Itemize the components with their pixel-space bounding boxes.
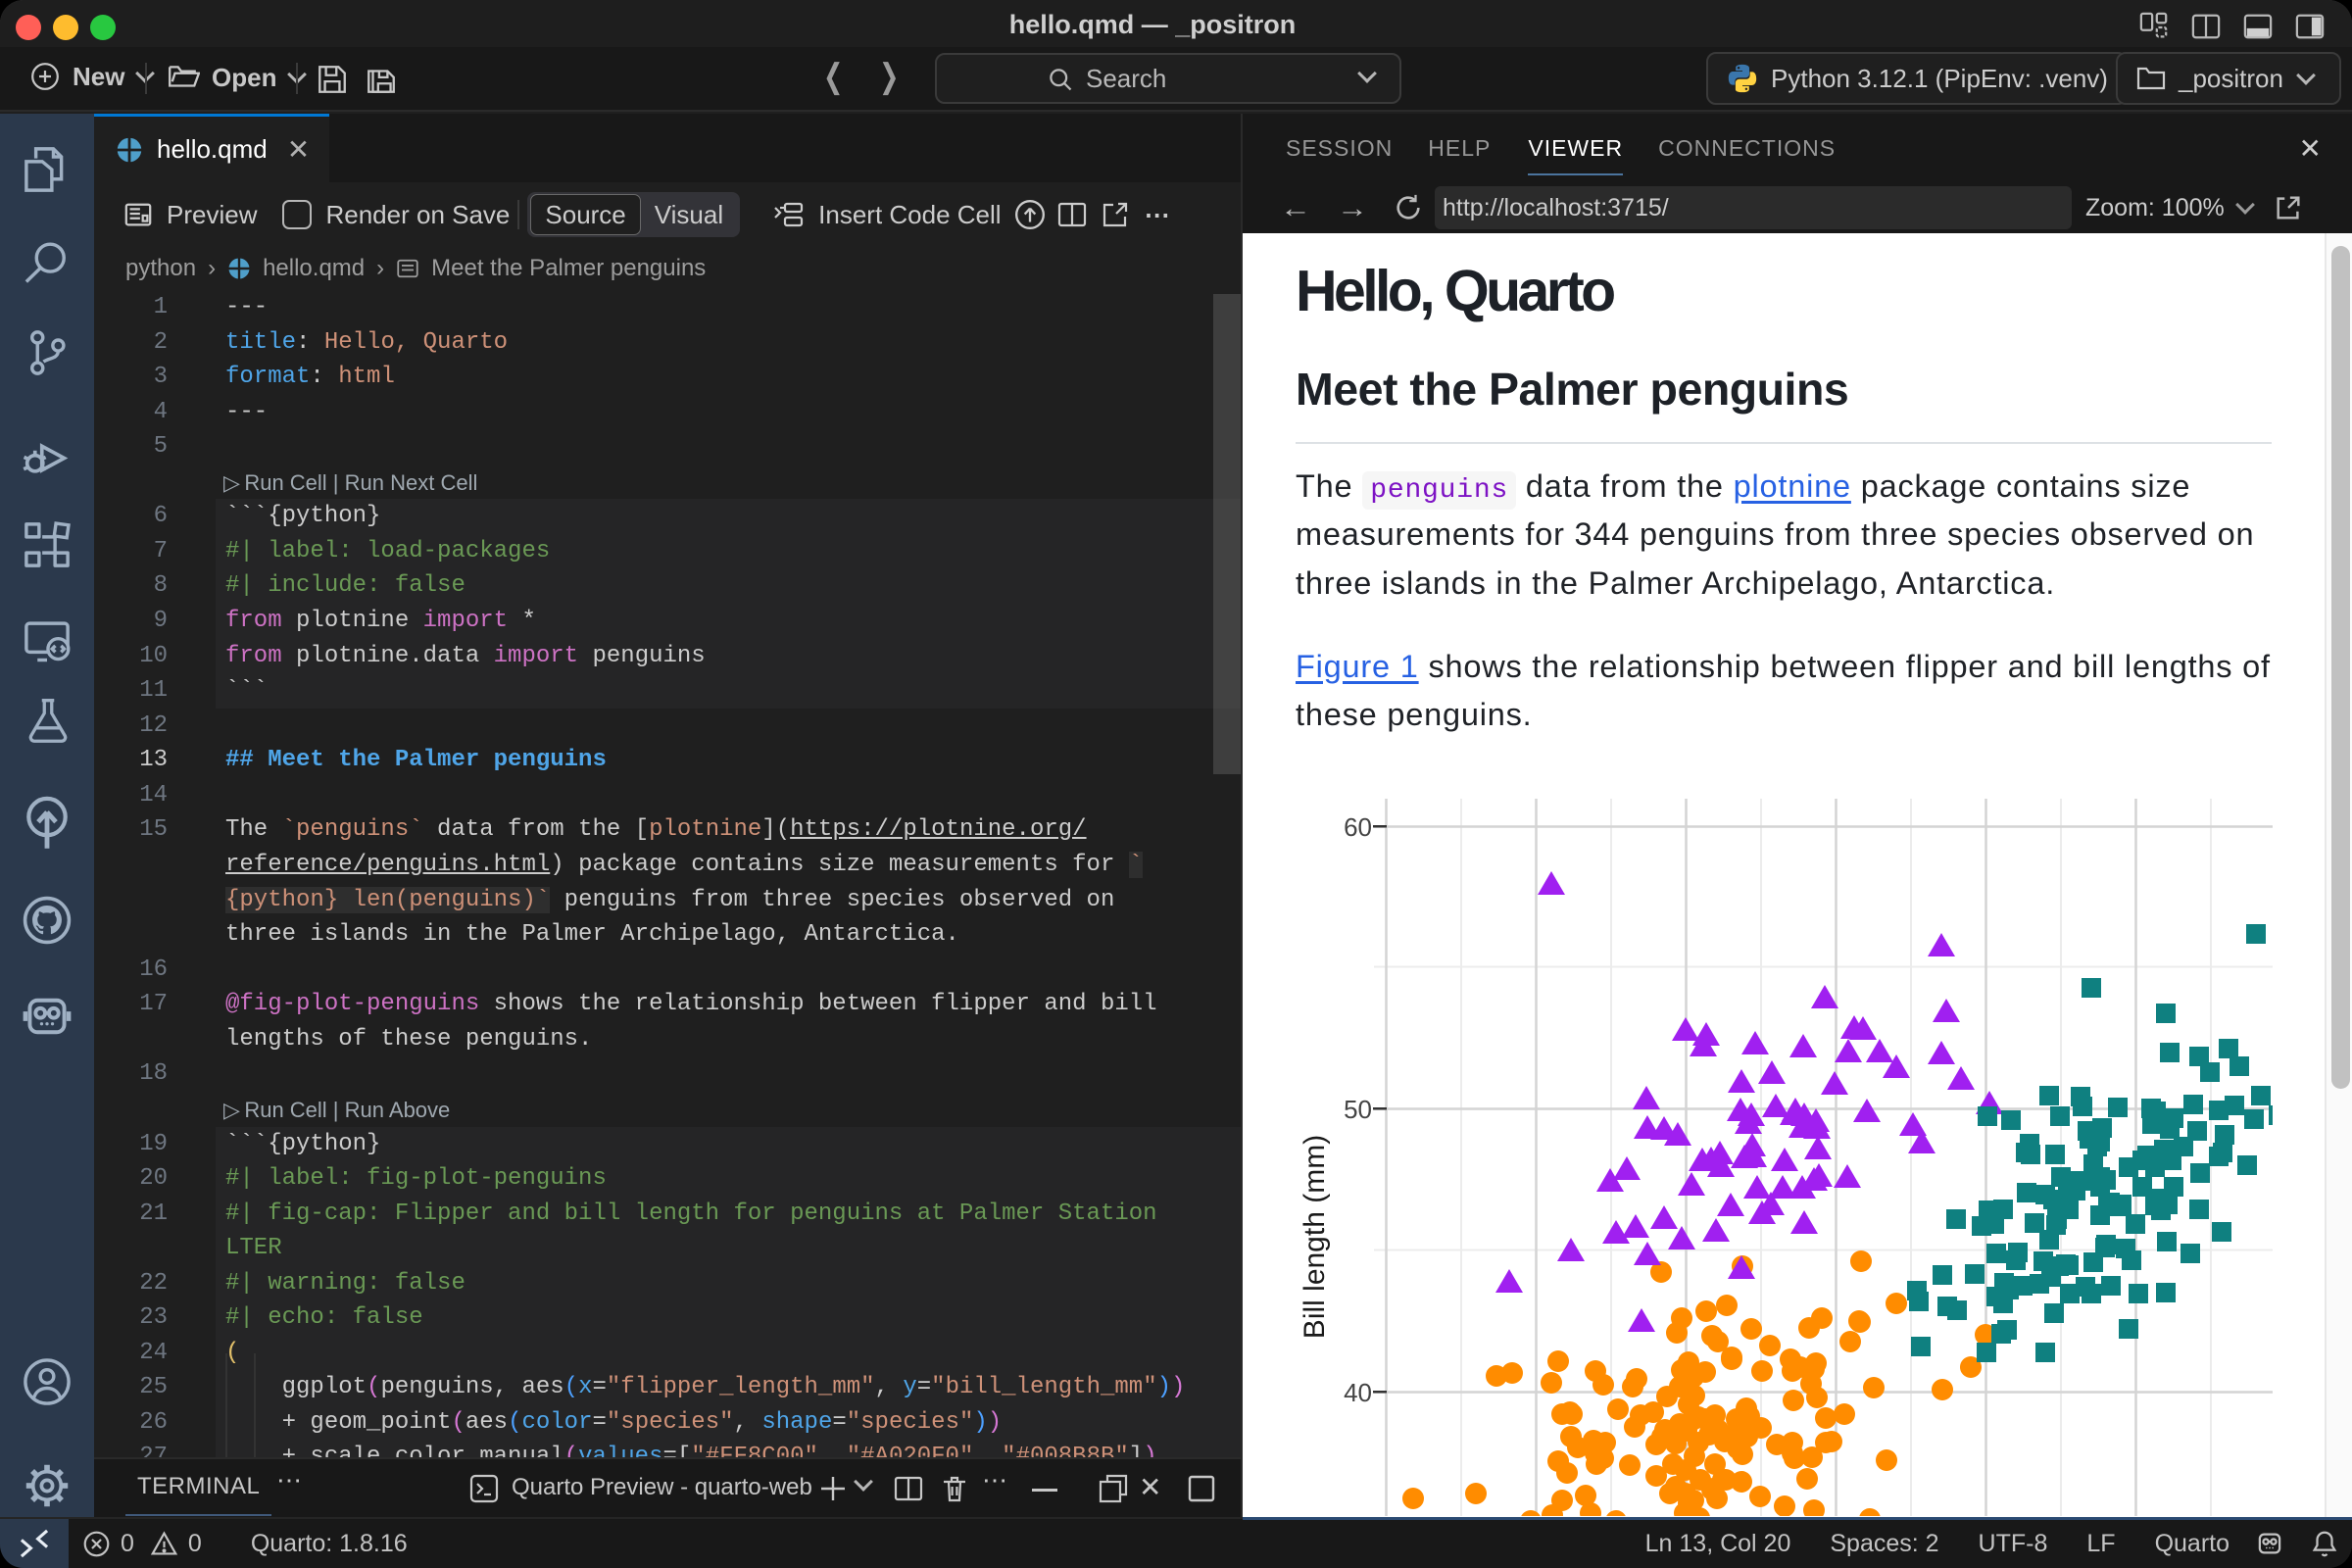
svg-text:50: 50 [1344, 1095, 1372, 1124]
svg-text:Bill length (mm): Bill length (mm) [1298, 1135, 1331, 1339]
svg-text:60: 60 [1344, 812, 1372, 842]
svg-text:40: 40 [1344, 1378, 1372, 1407]
